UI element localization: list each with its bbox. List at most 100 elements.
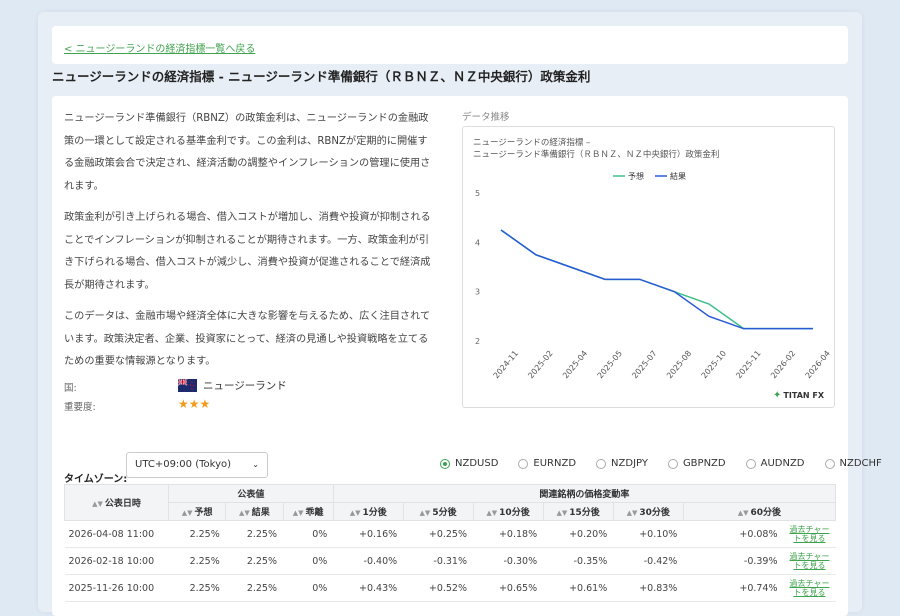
cell-change: +0.74% 過去チャートを見る — [683, 574, 836, 602]
radio-dot-icon — [596, 458, 607, 469]
importance-label: 重要度: — [64, 402, 96, 413]
x-tick-label: 2025-07 — [630, 349, 658, 380]
pair-label: NZDUSD — [455, 458, 499, 469]
pair-label: NZDCHF — [839, 458, 882, 469]
cell-actual: 2.25% — [225, 574, 283, 602]
cell-forecast: 2.25% — [168, 574, 226, 602]
legend-label: 予想 — [628, 171, 644, 181]
pair-radio-nzdchf[interactable]: NZDCHF — [824, 458, 882, 469]
back-card: < ニュージーランドの経済指標一覧へ戻る — [52, 26, 848, 64]
cell-actual: 2.25% — [225, 520, 283, 548]
country-name: ニュージーランド — [203, 380, 287, 392]
sub-header[interactable]: ▲▼ 1分後 — [332, 502, 404, 521]
description-paragraph: ニュージーランド準備銀行（RBNZ）の政策金利は、ニュージーランドの金融政策の一… — [64, 113, 431, 192]
cell-date: 2026-04-08 11:00 — [64, 520, 169, 548]
cell-change: -0.31% — [403, 547, 473, 575]
chart-title: ニュージーランドの経済指標 – ニュージーランド準備銀行（ＲＢＮＺ、ＮＺ中央銀行）… — [473, 137, 719, 161]
cell-change: -0.35% — [543, 547, 614, 575]
page-container: < ニュージーランドの経済指標一覧へ戻る ニュージーランドの経済指標 - ニュー… — [38, 12, 882, 616]
table-row: 2025-11-26 10:00 2.25% 2.25% 0% +0.43% +0.52%… — [64, 574, 836, 602]
description-paragraph: このデータは、金融市場や経済全体に大きな影響を与えるため、広く注目されています。… — [64, 311, 431, 367]
chart-title-line: ニュージーランドの経済指標 – — [473, 138, 591, 148]
sort-icon: ▲▼ — [349, 509, 361, 517]
x-tick-label: 2025-05 — [596, 349, 624, 380]
radio-dot-icon — [667, 458, 678, 469]
sort-icon: ▲▼ — [419, 509, 431, 517]
radio-dot-icon — [824, 458, 835, 469]
pair-radio-nzdusd[interactable]: NZDUSD — [440, 458, 498, 469]
sort-icon: ▲▼ — [92, 500, 103, 508]
cell-change: +0.61% — [543, 574, 614, 602]
sub-header[interactable]: ▲▼ 10分後 — [472, 502, 544, 521]
brand-name: TITAN FX — [783, 391, 824, 400]
x-tick-label: 2025-10 — [700, 349, 728, 380]
sub-header[interactable]: ▲▼ 60分後 — [682, 502, 837, 521]
cell-change: +0.20% — [543, 520, 614, 548]
sort-icon: ▲▼ — [737, 509, 749, 517]
sort-icon: ▲▼ — [238, 509, 250, 517]
pair-radio-gbpnzd[interactable]: GBPNZD — [667, 458, 726, 469]
chart-box: 2 3 4 5 2024-11 2025-02 2025-04 2025-05 2025-07 2… — [462, 126, 835, 408]
description: ニュージーランド準備銀行（RBNZ）の政策金利は、ニュージーランドの金融政策の一… — [64, 108, 432, 383]
radio-dot-icon — [518, 458, 529, 469]
y-tick-label: 4 — [475, 238, 480, 247]
y-tick-label: 5 — [475, 189, 480, 198]
sub-header[interactable]: ▲▼ 5分後 — [402, 502, 474, 521]
pair-label: EURNZD — [533, 458, 577, 469]
sub-header[interactable]: ▲▼ 結果 — [225, 502, 284, 521]
past-chart-link[interactable]: 過去チャートを見る — [790, 552, 830, 570]
cell-forecast: 2.25% — [168, 547, 226, 575]
table-row: 2026-02-18 10:00 2.25% 2.25% 0% -0.40% -0.31%… — [64, 547, 836, 575]
sub-header[interactable]: ▲▼ 予想 — [167, 502, 227, 521]
x-tick-label: 2025-02 — [526, 349, 554, 380]
sub-header[interactable]: ▲▼ 30分後 — [612, 502, 684, 521]
brand-logo-icon: ✦ — [773, 390, 782, 401]
pair-selector: NZDUSD EURNZD NZDJPY GBPNZD AUDNZD NZDCHF — [440, 458, 900, 469]
sort-icon: ▲▼ — [292, 509, 304, 517]
cell-change: -0.39% 過去チャートを見る — [683, 547, 836, 575]
sub-header[interactable]: ▲▼ 15分後 — [542, 502, 614, 521]
cell-change: -0.42% — [613, 547, 684, 575]
back-link[interactable]: < ニュージーランドの経済指標一覧へ戻る — [64, 40, 255, 55]
cell-date: 2025-11-26 10:00 — [64, 574, 169, 602]
chart-title-line: ニュージーランド準備銀行（ＲＢＮＺ、ＮＺ中央銀行）政策金利 — [473, 150, 720, 160]
pair-radio-audnzd[interactable]: AUDNZD — [745, 458, 805, 469]
header-date[interactable]: ▲▼ 公表日時 — [64, 484, 169, 521]
radio-dot-icon — [745, 458, 756, 469]
rate-table: ▲▼ 公表日時 公表値 関連銘柄の価格変動率 ▲▼ 予想 ▲▼ 結果 ▲▼ 乖離 ▲▼ 1分後 ▲… — [64, 484, 837, 602]
sort-icon: ▲▼ — [556, 509, 568, 517]
main-card: ニュージーランド準備銀行（RBNZ）の政策金利は、ニュージーランドの金融政策の一… — [52, 96, 882, 616]
cell-change: +0.83% — [613, 574, 684, 602]
cell-change: +0.52% — [403, 574, 473, 602]
sub-header[interactable]: ▲▼ 乖離 — [282, 502, 334, 521]
x-tick-label: 2025-11 — [734, 349, 762, 380]
brand-logo: ✦ TITAN FX — [773, 390, 824, 401]
pair-radio-nzdjpy[interactable]: NZDJPY — [596, 458, 648, 469]
cell-change: +0.08% 過去チャートを見る — [683, 520, 836, 548]
description-paragraph: 政策金利が引き上げられる場合、借入コストが増加し、消費や投資が抑制されることでイ… — [64, 212, 431, 291]
cell-change: +0.18% — [473, 520, 544, 548]
y-tick-label: 2 — [475, 337, 480, 346]
legend-label: 結果 — [670, 171, 686, 181]
x-tick-label: 2025-04 — [561, 349, 589, 380]
cell-change: +0.65% — [473, 574, 544, 602]
pair-label: GBPNZD — [682, 458, 726, 469]
timezone-select[interactable]: UTC+09:00 (Tokyo) ⌄ — [126, 452, 268, 478]
country-value: ニュージーランド — [178, 378, 287, 393]
country-label: 国: — [64, 383, 77, 394]
cell-change: +0.10% — [613, 520, 684, 548]
past-chart-link[interactable]: 過去チャートを見る — [790, 525, 830, 543]
pair-radio-eurnzd[interactable]: EURNZD — [518, 458, 576, 469]
nz-flag-icon — [178, 379, 197, 392]
chart-section-label: データ推移 — [462, 112, 510, 123]
x-tick-label: 2025-08 — [665, 349, 693, 380]
pair-label: NZDJPY — [611, 458, 648, 469]
series-line — [500, 229, 813, 330]
cell-date: 2026-02-18 10:00 — [64, 547, 169, 575]
cell-actual: 2.25% — [225, 547, 283, 575]
past-chart-link[interactable]: 過去チャートを見る — [790, 579, 830, 597]
line-chart: 23452024-11 2025-02 2025-04 2025-05 2025-07 2… — [475, 171, 832, 380]
cell-change: +0.43% — [333, 574, 404, 602]
x-tick-label: 2024-11 — [492, 349, 520, 380]
series-line — [500, 229, 813, 330]
